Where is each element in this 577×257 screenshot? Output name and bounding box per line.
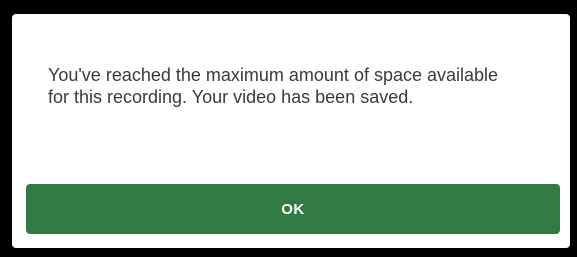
storage-limit-dialog: You've reached the maximum amount of spa…	[12, 14, 570, 248]
dialog-message: You've reached the maximum amount of spa…	[48, 65, 499, 107]
dialog-backdrop: You've reached the maximum amount of spa…	[0, 0, 577, 257]
ok-button[interactable]: OK	[26, 184, 560, 234]
